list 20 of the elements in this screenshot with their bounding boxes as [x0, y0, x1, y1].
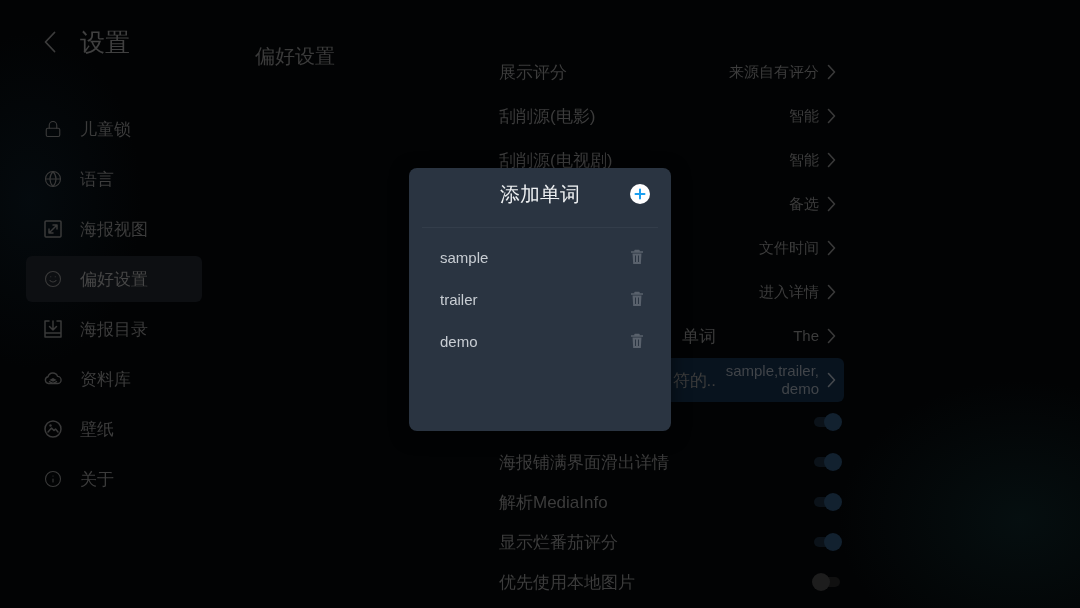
page-title: 偏好设置	[255, 45, 335, 67]
setting-label: 刮削源(电影)	[499, 105, 596, 128]
setting-label: 显示烂番茄评分	[499, 531, 618, 554]
word-text: sample	[440, 248, 489, 266]
dialog-title: 添加单词	[500, 181, 580, 207]
setting-label: 展示评分	[499, 61, 567, 84]
setting-label: 海报铺满界面滑出详情	[499, 451, 669, 474]
setting-value: sample,trailer, demo	[725, 362, 819, 398]
setting-label: 解析MediaInfo	[499, 491, 608, 514]
setting-value: The	[793, 327, 819, 345]
setting-value: 智能	[789, 151, 819, 169]
setting-value: 备选	[789, 195, 819, 213]
word-text: demo	[440, 332, 478, 350]
setting-value: 来源自有评分	[729, 63, 819, 81]
setting-label: 优先使用本地图片	[499, 571, 635, 594]
setting-label: 单词	[682, 325, 716, 348]
sidebar-title: 设置	[80, 26, 130, 58]
word-text: trailer	[440, 290, 478, 308]
setting-value: 进入详情	[759, 283, 819, 301]
setting-value: 智能	[789, 107, 819, 125]
